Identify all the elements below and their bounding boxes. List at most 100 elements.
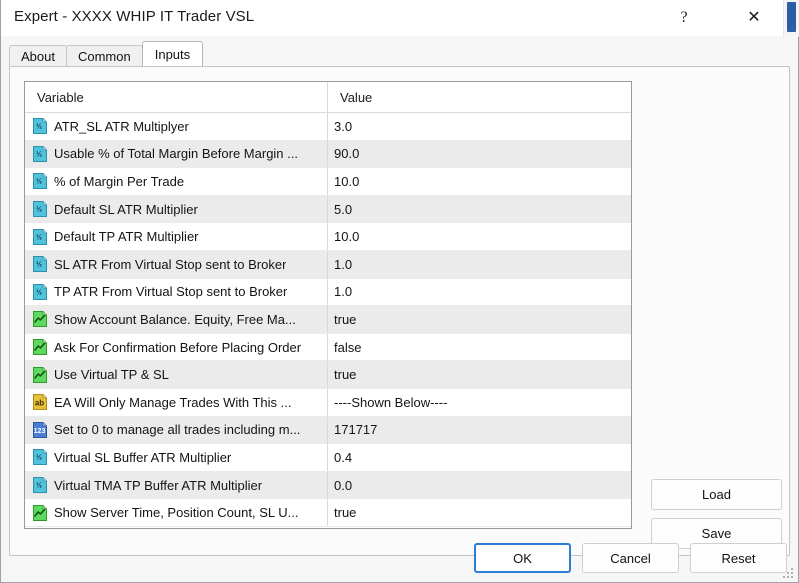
- variable-label: Show Account Balance. Equity, Free Ma...: [54, 312, 296, 327]
- table-body: ½ATR_SL ATR Multiplyer3.0½Usable % of To…: [25, 113, 631, 527]
- variable-label: Default SL ATR Multiplier: [54, 202, 198, 217]
- cell-value[interactable]: 90.0: [328, 141, 631, 168]
- table-row[interactable]: ½ Default SL ATR Multiplier 5.0: [25, 196, 631, 224]
- svg-text:ab: ab: [35, 399, 44, 408]
- cancel-button[interactable]: Cancel: [582, 543, 679, 573]
- cell-variable[interactable]: ½ Default TP ATR Multiplier: [25, 223, 328, 250]
- table-row[interactable]: ½ Virtual TMA TP Buffer ATR Multiplier 0.0: [25, 472, 631, 500]
- table-row[interactable]: ½Virtual SL Buffer ATR Multiplier0.4: [25, 444, 631, 472]
- half-number-icon: ½: [32, 256, 48, 272]
- half-number-icon: ½: [32, 146, 48, 162]
- svg-text:½: ½: [36, 206, 42, 214]
- svg-text:½: ½: [36, 150, 42, 158]
- ok-button-label: OK: [513, 551, 532, 566]
- cell-variable[interactable]: Show Account Balance. Equity, Free Ma...: [25, 306, 328, 333]
- cell-value[interactable]: true: [328, 361, 631, 388]
- variable-label: Set to 0 to manage all trades including …: [54, 422, 300, 437]
- cell-value[interactable]: 0.4: [328, 444, 631, 471]
- cell-variable[interactable]: ab EA Will Only Manage Trades With This .…: [25, 389, 328, 416]
- svg-text:½: ½: [36, 288, 42, 296]
- cell-value[interactable]: 0.0: [328, 472, 631, 499]
- help-button[interactable]: ?: [661, 0, 707, 35]
- cell-variable[interactable]: ½ % of Margin Per Trade: [25, 168, 328, 195]
- table-row[interactable]: Show Server Time, Position Count, SL U..…: [25, 499, 631, 527]
- cell-variable[interactable]: ½ TP ATR From Virtual Stop sent to Broker: [25, 279, 328, 306]
- cell-value[interactable]: true: [328, 306, 631, 333]
- table-row[interactable]: Use Virtual TP & SL true: [25, 361, 631, 389]
- cancel-button-label: Cancel: [610, 551, 650, 566]
- cell-value[interactable]: 10.0: [328, 223, 631, 250]
- table-row[interactable]: Show Account Balance. Equity, Free Ma...…: [25, 306, 631, 334]
- cell-variable[interactable]: ½ SL ATR From Virtual Stop sent to Broker: [25, 251, 328, 278]
- integer-icon: 123: [32, 422, 48, 438]
- ok-button[interactable]: OK: [474, 543, 571, 573]
- half-number-icon: ½: [32, 229, 48, 245]
- table-row[interactable]: ½ATR_SL ATR Multiplyer3.0: [25, 113, 631, 141]
- table-header-row: Variable Value: [25, 82, 631, 113]
- tab-inputs[interactable]: Inputs: [142, 41, 203, 66]
- variable-label: Virtual TMA TP Buffer ATR Multiplier: [54, 478, 262, 493]
- cell-value[interactable]: 1.0: [328, 251, 631, 278]
- cell-value[interactable]: 1.0: [328, 279, 631, 306]
- cell-variable[interactable]: ½Usable % of Total Margin Before Margin …: [25, 141, 328, 168]
- cell-value[interactable]: false: [328, 334, 631, 361]
- cell-variable[interactable]: ½ Default SL ATR Multiplier: [25, 196, 328, 223]
- cell-value[interactable]: true: [328, 499, 631, 526]
- half-number-icon: ½: [32, 477, 48, 493]
- cell-variable[interactable]: 123 Set to 0 to manage all trades includi…: [25, 417, 328, 444]
- load-button[interactable]: Load: [651, 479, 782, 510]
- column-header-value[interactable]: Value: [328, 82, 631, 112]
- dialog-client-area: About Common Inputs Variable Value ½ATR_…: [1, 36, 798, 582]
- table-row[interactable]: ½ TP ATR From Virtual Stop sent to Broker…: [25, 279, 631, 307]
- cell-value[interactable]: ----Shown Below----: [328, 389, 631, 416]
- boolean-icon: [32, 339, 48, 355]
- cell-value[interactable]: 5.0: [328, 196, 631, 223]
- tab-common[interactable]: Common: [66, 45, 143, 66]
- string-icon: ab: [32, 394, 48, 410]
- cell-value[interactable]: 171717: [328, 417, 631, 444]
- table-row[interactable]: ½Usable % of Total Margin Before Margin …: [25, 141, 631, 169]
- table-row[interactable]: 123 Set to 0 to manage all trades includi…: [25, 417, 631, 445]
- svg-text:123: 123: [34, 428, 46, 435]
- variable-label: SL ATR From Virtual Stop sent to Broker: [54, 257, 286, 272]
- boolean-icon: [32, 311, 48, 327]
- cell-variable[interactable]: ½ATR_SL ATR Multiplyer: [25, 113, 328, 140]
- svg-text:½: ½: [36, 261, 42, 269]
- variable-label: Default TP ATR Multiplier: [54, 229, 199, 244]
- cell-variable[interactable]: ½ Virtual TMA TP Buffer ATR Multiplier: [25, 472, 328, 499]
- title-bar: Expert - XXXX WHIP IT Trader VSL ? ✕: [1, 0, 799, 37]
- cell-variable[interactable]: Show Server Time, Position Count, SL U..…: [25, 499, 328, 526]
- variable-label: TP ATR From Virtual Stop sent to Broker: [54, 284, 287, 299]
- tab-about[interactable]: About: [9, 45, 67, 66]
- variable-label: Ask For Confirmation Before Placing Orde…: [54, 340, 301, 355]
- variable-label: Use Virtual TP & SL: [54, 367, 169, 382]
- reset-button-label: Reset: [722, 551, 756, 566]
- cell-variable[interactable]: Ask For Confirmation Before Placing Orde…: [25, 334, 328, 361]
- tab-inputs-label: Inputs: [155, 47, 190, 62]
- cell-value[interactable]: 3.0: [328, 113, 631, 140]
- half-number-icon: ½: [32, 173, 48, 189]
- half-number-icon: ½: [32, 118, 48, 134]
- inputs-table[interactable]: Variable Value ½ATR_SL ATR Multiplyer3.0…: [24, 81, 632, 529]
- tab-strip: About Common Inputs: [9, 42, 202, 66]
- table-row[interactable]: ½ % of Margin Per Trade 10.0: [25, 168, 631, 196]
- table-empty-area: [25, 527, 631, 529]
- half-number-icon: ½: [32, 449, 48, 465]
- resize-grip[interactable]: [783, 568, 795, 580]
- cell-variable[interactable]: ½Virtual SL Buffer ATR Multiplier: [25, 444, 328, 471]
- table-row[interactable]: Ask For Confirmation Before Placing Orde…: [25, 334, 631, 362]
- expert-properties-window: Expert - XXXX WHIP IT Trader VSL ? ✕ Abo…: [0, 0, 799, 583]
- window-title: Expert - XXXX WHIP IT Trader VSL: [14, 8, 254, 25]
- cell-variable[interactable]: Use Virtual TP & SL: [25, 361, 328, 388]
- cell-value[interactable]: 10.0: [328, 168, 631, 195]
- reset-button[interactable]: Reset: [690, 543, 787, 573]
- variable-label: EA Will Only Manage Trades With This ...: [54, 395, 291, 410]
- variable-label: % of Margin Per Trade: [54, 174, 184, 189]
- table-row[interactable]: ½ Default TP ATR Multiplier 10.0: [25, 223, 631, 251]
- close-button[interactable]: ✕: [731, 0, 777, 35]
- column-header-variable[interactable]: Variable: [25, 82, 328, 112]
- window-scrollbar[interactable]: [783, 0, 799, 36]
- table-row[interactable]: ab EA Will Only Manage Trades With This .…: [25, 389, 631, 417]
- tab-about-label: About: [21, 49, 55, 64]
- table-row[interactable]: ½ SL ATR From Virtual Stop sent to Broker…: [25, 251, 631, 279]
